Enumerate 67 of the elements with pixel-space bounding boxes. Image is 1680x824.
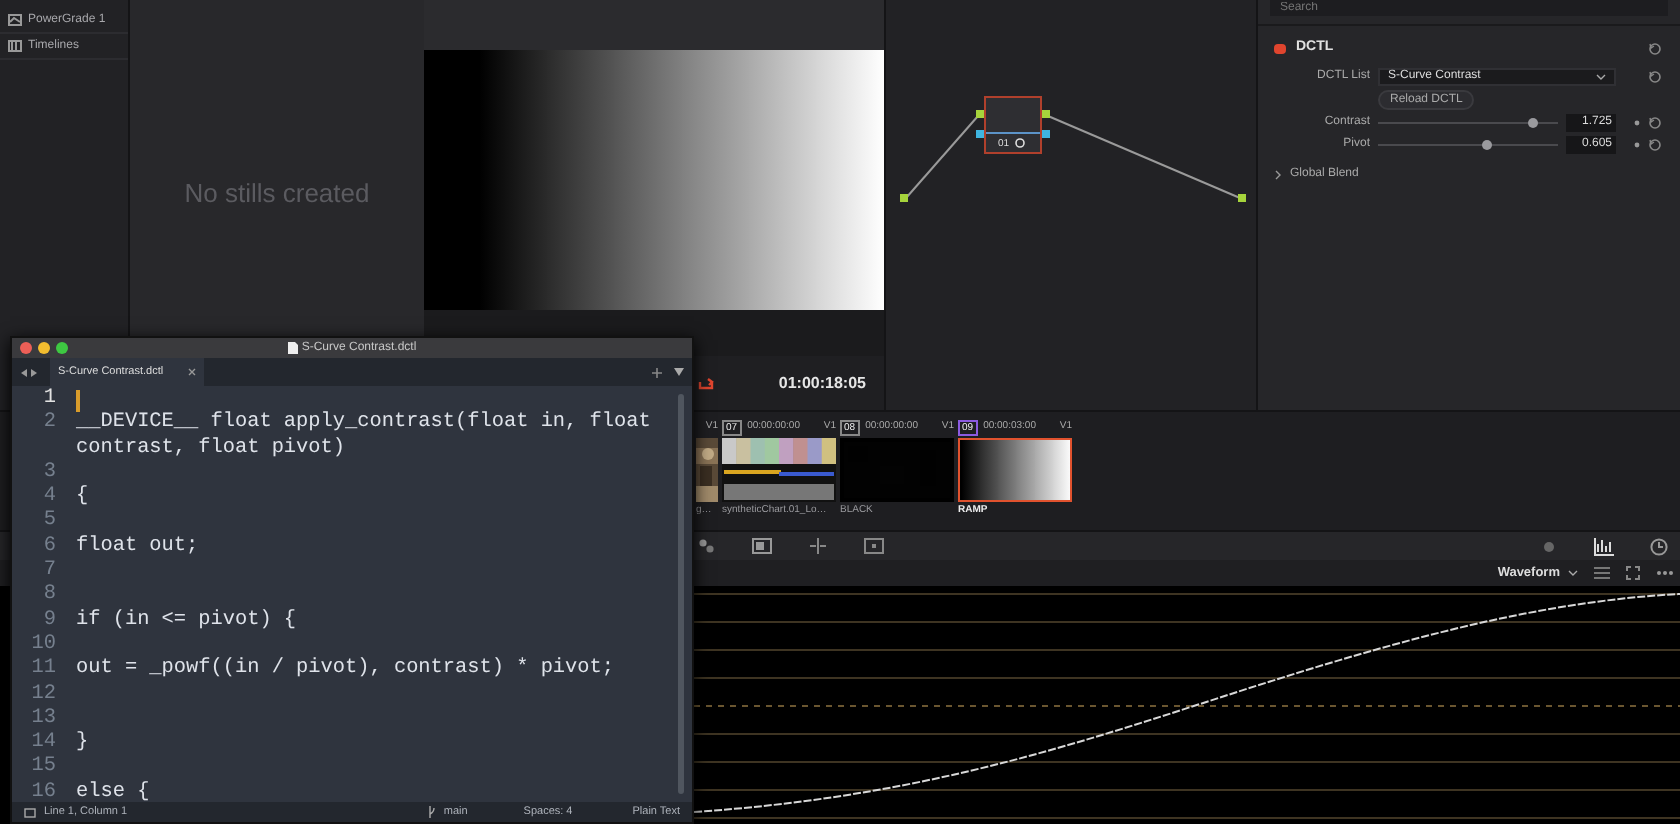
document-icon <box>287 342 298 354</box>
code-line: { <box>76 486 89 509</box>
caret-icon <box>1568 570 1578 576</box>
input-port[interactable] <box>976 110 984 118</box>
enable-icon[interactable] <box>1274 43 1286 54</box>
minimize-icon[interactable] <box>38 342 50 354</box>
line-number: 12 <box>29 683 56 708</box>
close-icon[interactable] <box>20 342 32 354</box>
connector-line <box>905 115 979 199</box>
split-icon[interactable] <box>808 538 828 554</box>
keyframe-icon[interactable] <box>1634 141 1640 147</box>
node-box[interactable] <box>984 96 1042 154</box>
effect-icon <box>1015 138 1025 148</box>
scope-icon[interactable] <box>1594 537 1614 555</box>
slider-thumb[interactable] <box>1528 117 1539 127</box>
line-number: 2 <box>41 412 56 439</box>
list-icon[interactable] <box>1594 566 1610 580</box>
reset-icon[interactable] <box>1648 115 1662 129</box>
grid-icon <box>8 40 22 52</box>
highlight-icon[interactable] <box>1540 537 1558 555</box>
swatch-icon[interactable] <box>698 538 716 554</box>
image-icon <box>8 14 22 26</box>
line-number: 9 <box>41 609 56 634</box>
code-line: out = _powf((in / pivot), contrast) * pivot; <box>76 658 614 681</box>
caret-icon[interactable] <box>674 368 684 376</box>
reset-icon[interactable] <box>1648 69 1662 83</box>
plus-icon[interactable] <box>652 367 662 377</box>
timecode: 01:00:18:05 <box>778 371 866 395</box>
line-number: 15 <box>29 756 56 782</box>
clock-icon[interactable] <box>1650 537 1668 555</box>
line-number: 7 <box>41 560 56 584</box>
frame-icon[interactable] <box>752 538 772 554</box>
more-icon[interactable] <box>1656 570 1674 576</box>
caret-icon <box>1596 73 1606 79</box>
line-number: 8 <box>41 584 56 610</box>
line-number: 10 <box>29 633 56 658</box>
nav-arrows-icon[interactable] <box>20 367 38 377</box>
line-number: 14 <box>29 732 56 756</box>
input-port[interactable] <box>976 130 984 138</box>
code-line: if (in <= pivot) { <box>76 609 297 632</box>
slider-thumb[interactable] <box>1482 139 1492 149</box>
text-cursor <box>76 390 79 412</box>
keyframe-icon[interactable] <box>1634 119 1640 125</box>
code-line: float out; <box>76 535 199 558</box>
panel-icon[interactable] <box>24 807 36 817</box>
code-line: } <box>76 732 89 755</box>
line-number: 6 <box>41 535 56 560</box>
input-port[interactable] <box>900 194 908 202</box>
line-number: 11 <box>29 658 56 684</box>
reset-icon[interactable] <box>1648 41 1662 56</box>
reset-icon[interactable] <box>1648 137 1662 151</box>
line-number: 13 <box>29 707 56 732</box>
loop-icon[interactable] <box>696 375 717 391</box>
line-number: 5 <box>41 510 56 536</box>
scrollbar[interactable] <box>678 394 684 794</box>
code-line: __DEVICE__ float apply_contrast(float in, float contrast, float pivot) <box>76 412 653 460</box>
branch-icon[interactable] <box>427 806 436 818</box>
line-number: 3 <box>41 461 56 486</box>
close-icon[interactable] <box>187 368 196 376</box>
chevron-icon[interactable] <box>1274 169 1282 179</box>
expand-icon[interactable] <box>1626 566 1640 580</box>
line-number: 4 <box>41 486 56 510</box>
line-number: 16 <box>29 781 56 802</box>
panel-icon[interactable] <box>864 538 884 554</box>
code-line: else { <box>76 781 150 802</box>
line-number: 1 <box>41 388 56 412</box>
maximize-icon[interactable] <box>56 342 68 354</box>
